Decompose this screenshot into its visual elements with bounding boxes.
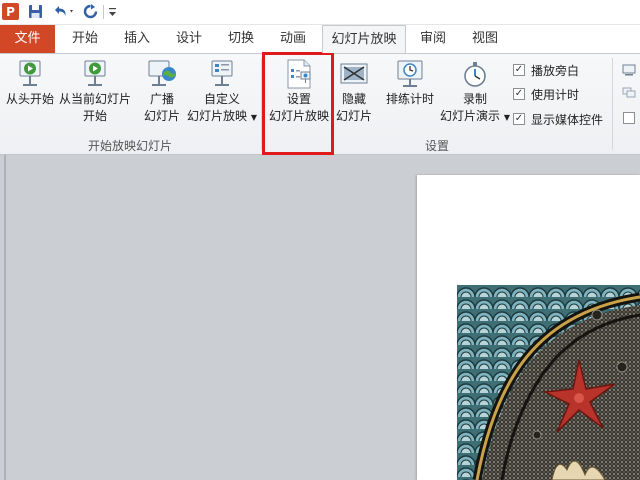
slide-photo[interactable] bbox=[457, 285, 640, 480]
ribbon-tabs: 文件 开始 插入 设计 切换 动画 幻灯片放映 审阅 视图 bbox=[0, 25, 640, 53]
play-from-current-icon bbox=[78, 57, 112, 91]
monitor-icon[interactable] bbox=[622, 64, 636, 76]
tab-view[interactable]: 视图 bbox=[462, 25, 508, 53]
record-label-1: 录制 bbox=[462, 92, 487, 106]
slide-canvas[interactable] bbox=[417, 175, 640, 480]
tab-slide-show[interactable]: 幻灯片放映 bbox=[322, 25, 406, 53]
broadcast-globe-icon bbox=[145, 57, 179, 91]
qat-separator bbox=[103, 5, 104, 19]
undo-icon[interactable] bbox=[50, 3, 76, 20]
custom-show-icon bbox=[205, 57, 239, 91]
setup-show-label-2: 幻灯片放映 bbox=[268, 109, 329, 123]
presenter-view-icon[interactable] bbox=[622, 87, 636, 99]
broadcast-label-1: 广播 bbox=[149, 92, 174, 106]
group-label-setup: 设置 bbox=[424, 139, 449, 153]
quick-access-toolbar: P bbox=[0, 0, 640, 25]
setup-show-label-1: 设置 bbox=[286, 92, 311, 106]
checkbox-box[interactable]: ✓ bbox=[513, 64, 525, 76]
custom-slide-show-button[interactable]: 自定义 幻灯片放映 ▼ bbox=[186, 57, 258, 126]
record-stopwatch-icon bbox=[458, 57, 492, 91]
from-current-label-2: 开始 bbox=[82, 109, 107, 123]
tab-home[interactable]: 开始 bbox=[62, 25, 108, 53]
from-beginning-button[interactable]: 从头开始 bbox=[4, 57, 56, 108]
broadcast-slide-show-button[interactable]: 广播 幻灯片 bbox=[140, 57, 184, 125]
play-narrations-checkbox[interactable]: ✓ 播放旁白 bbox=[513, 62, 579, 78]
rehearse-timings-button[interactable]: 排练计时 bbox=[382, 57, 438, 108]
tab-animations[interactable]: 动画 bbox=[270, 25, 316, 53]
tab-file[interactable]: 文件 bbox=[0, 25, 55, 53]
tab-review[interactable]: 审阅 bbox=[410, 25, 456, 53]
hide-slide-label-1: 隐藏 bbox=[341, 92, 366, 106]
custom-label-2: 幻灯片放映 ▼ bbox=[187, 109, 257, 123]
show-media-controls-checkbox[interactable]: ✓ 显示媒体控件 bbox=[513, 111, 603, 127]
checkmark-icon: ✓ bbox=[514, 64, 524, 75]
save-icon[interactable] bbox=[27, 3, 43, 20]
group-label-start-show: 开始放映幻灯片 bbox=[87, 139, 172, 153]
customize-qat-icon[interactable] bbox=[107, 3, 117, 20]
group-separator bbox=[612, 58, 613, 150]
checkmark-icon: ✓ bbox=[514, 88, 524, 99]
checkbox-box[interactable]: ✓ bbox=[513, 113, 525, 125]
setup-show-icon bbox=[282, 57, 316, 91]
from-beginning-label: 从头开始 bbox=[5, 92, 54, 106]
play-narrations-label: 播放旁白 bbox=[531, 63, 580, 78]
checkmark-icon: ✓ bbox=[514, 113, 524, 124]
pane-splitter[interactable] bbox=[4, 155, 6, 480]
use-timings-label: 使用计时 bbox=[531, 87, 580, 102]
custom-label-1: 自定义 bbox=[203, 92, 240, 106]
broadcast-label-2: 幻灯片 bbox=[143, 109, 180, 123]
presenter-view-checkbox[interactable] bbox=[623, 112, 635, 124]
from-current-label-1: 从当前幻灯片 bbox=[58, 92, 131, 106]
ribbon-panel: 从头开始 从当前幻灯片 开始 广播 幻灯片 自定义 幻灯片放映 ▼ 开始放映幻灯… bbox=[0, 53, 640, 155]
checkbox-box[interactable]: ✓ bbox=[513, 88, 525, 100]
hide-slide-icon bbox=[337, 57, 371, 91]
dropdown-arrow-icon: ▼ bbox=[250, 113, 257, 122]
tab-insert[interactable]: 插入 bbox=[114, 25, 160, 53]
hide-slide-label-2: 幻灯片 bbox=[335, 109, 372, 123]
hide-slide-button[interactable]: 隐藏 幻灯片 bbox=[334, 57, 374, 125]
record-slide-show-button[interactable]: 录制 幻灯片演示 ▼ bbox=[440, 57, 510, 126]
rehearse-label: 排练计时 bbox=[385, 92, 434, 106]
tab-design[interactable]: 设计 bbox=[166, 25, 212, 53]
from-current-slide-button[interactable]: 从当前幻灯片 开始 bbox=[57, 57, 133, 125]
show-media-controls-label: 显示媒体控件 bbox=[531, 112, 604, 127]
use-timings-checkbox[interactable]: ✓ 使用计时 bbox=[513, 86, 579, 102]
slide-workspace bbox=[0, 155, 640, 480]
redo-icon[interactable] bbox=[82, 3, 98, 20]
record-label-2: 幻灯片演示 ▼ bbox=[440, 109, 510, 123]
dropdown-arrow-icon: ▼ bbox=[503, 113, 510, 122]
rehearse-clock-icon bbox=[393, 57, 427, 91]
powerpoint-logo-icon[interactable]: P bbox=[2, 3, 19, 20]
tab-transitions[interactable]: 切换 bbox=[218, 25, 264, 53]
set-up-slide-show-button[interactable]: 设置 幻灯片放映 bbox=[266, 57, 332, 125]
play-from-start-icon bbox=[13, 57, 47, 91]
